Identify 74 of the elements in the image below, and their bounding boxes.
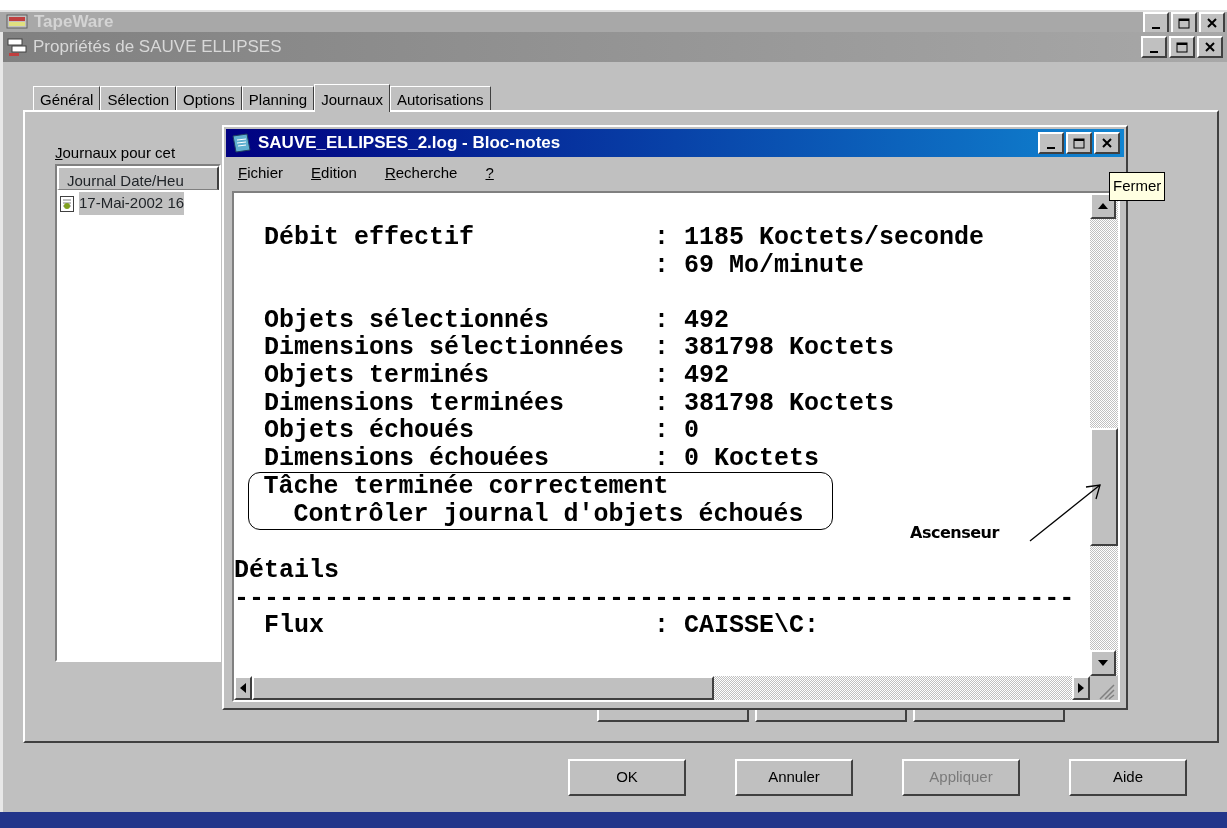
maximize-icon [1178,17,1190,29]
right-arrow-icon [1078,683,1084,693]
minimize-icon [1150,50,1158,53]
log-value: : 69 Mo/minute [654,251,865,280]
vertical-scrollbar[interactable] [1090,193,1118,676]
log-label: Objets sélectionnés [264,306,551,335]
close-icon [1206,17,1218,29]
tab[interactable]: Planning [241,86,315,110]
left-arrow-icon [240,683,246,693]
scroll-down-button[interactable] [1090,650,1116,676]
list-label: Journaux pour cet [55,143,176,163]
properties-icon [7,37,27,57]
menu-item[interactable]: Edition [307,159,369,187]
scroll-thumb[interactable] [252,676,714,700]
window-title: Propriétés de SAUVE ELLIPSES [33,36,283,59]
close-button[interactable] [1094,132,1120,154]
tab[interactable]: Sélection [100,86,177,110]
menu-item[interactable]: Fichier [234,159,296,187]
log-value: : 0 [654,417,700,445]
log-label: Débit effectif [264,224,476,252]
annotation-label: Ascenseur [910,522,999,544]
log-value: : 492 [654,361,730,390]
tab[interactable]: Autorisations [389,86,491,110]
maximize-button[interactable] [1171,12,1197,34]
menu-item[interactable]: ? [481,159,506,187]
dialog-button[interactable]: Aide [1069,759,1187,796]
maximize-icon [1176,41,1188,53]
window-title: SAUVE_ELLIPSES_2.log - Bloc-notes [258,132,562,155]
scroll-thumb[interactable] [1090,428,1118,546]
app-icon [6,12,28,30]
log-value: : CAISSE\C: [654,612,820,640]
menu-item[interactable]: Recherche [380,159,470,187]
log-label: Dimensions terminées [264,389,566,418]
log-value: : 381798 Koctets [654,334,895,362]
minimize-icon [1047,146,1055,149]
log-label: Dimensions sélectionnées [264,334,626,362]
close-icon [1101,137,1113,149]
list-item[interactable]: 17-Mai-2002 16 [79,192,185,215]
note-text: Contrôler journal d'objets échoués [292,500,805,529]
section-heading: Détails [234,557,340,585]
log-label: Dimensions échouées [264,444,551,473]
document-icon [59,194,75,213]
minimize-icon [1152,26,1160,29]
close-button[interactable] [1199,12,1225,34]
scroll-right-button[interactable] [1072,676,1090,700]
close-icon [1204,41,1216,53]
maximize-icon [1073,137,1085,149]
notepad-icon [230,132,252,154]
tab[interactable]: Options [176,86,242,110]
column-header[interactable]: Journal Date/Heu [57,166,219,190]
log-value: : 0 Koctets [654,444,820,473]
resize-grip[interactable] [1090,676,1118,700]
log-label: Objets terminés [264,361,491,390]
tooltip: Fermer [1109,172,1166,201]
note-text: Tâche terminée correctement [263,473,670,501]
annotation-arrow [1029,484,1101,542]
scroll-up-button[interactable] [1090,193,1116,219]
tab[interactable]: Général [33,86,101,110]
log-value: : 1185 Koctets/seconde [654,224,985,252]
log-value: : 492 [654,306,730,335]
log-label: Objets échoués [264,417,476,445]
minimize-button[interactable] [1143,12,1169,34]
dialog-button[interactable]: Annuler [735,759,853,796]
horizontal-scrollbar[interactable] [234,676,1090,700]
tab[interactable]: Journaux [314,84,390,112]
log-label: Flux [264,612,325,640]
log-value: : 381798 Koctets [654,389,895,418]
dashed-rule: -------------------------------------------------------- [234,584,1075,613]
dialog-button[interactable]: OK [568,759,686,796]
minimize-button[interactable] [1038,132,1064,154]
down-arrow-icon [1098,660,1108,666]
scroll-left-button[interactable] [234,676,252,700]
maximize-button[interactable] [1066,132,1092,154]
up-arrow-icon [1098,203,1108,209]
